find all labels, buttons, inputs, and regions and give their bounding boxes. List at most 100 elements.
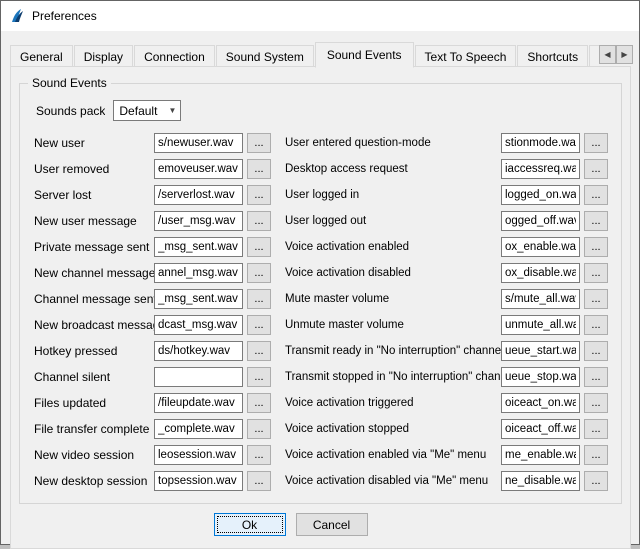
browse-button[interactable]: ... xyxy=(584,393,608,413)
sound-file-input[interactable] xyxy=(501,289,580,309)
sound-file-input[interactable] xyxy=(501,393,580,413)
browse-button[interactable]: ... xyxy=(584,445,608,465)
event-label: New user xyxy=(34,136,154,150)
sound-file-input[interactable] xyxy=(154,471,243,491)
tab-sound-system[interactable]: Sound System xyxy=(216,45,314,67)
title-bar: Preferences xyxy=(1,1,639,31)
browse-button[interactable]: ... xyxy=(247,341,271,361)
cancel-button[interactable]: Cancel xyxy=(296,513,368,536)
sounds-pack-label: Sounds pack xyxy=(36,104,105,118)
row-voice-activation-enabled-me-menu: Voice activation enabled via "Me" menu .… xyxy=(285,445,608,465)
row-voice-activation-disabled-me-menu: Voice activation disabled via "Me" menu … xyxy=(285,471,608,491)
row-hotkey-pressed: Hotkey pressed ... xyxy=(34,341,271,361)
sound-file-input[interactable] xyxy=(154,211,243,231)
browse-button[interactable]: ... xyxy=(584,289,608,309)
sound-file-input[interactable] xyxy=(501,237,580,257)
browse-button[interactable]: ... xyxy=(247,367,271,387)
browse-button[interactable]: ... xyxy=(247,159,271,179)
sound-file-input[interactable] xyxy=(501,315,580,335)
sound-file-input[interactable] xyxy=(154,367,243,387)
browse-button[interactable]: ... xyxy=(247,133,271,153)
sound-file-input[interactable] xyxy=(154,185,243,205)
event-label: Voice activation enabled xyxy=(285,241,501,253)
row-user-logged-in: User logged in ... xyxy=(285,185,608,205)
sound-file-input[interactable] xyxy=(154,393,243,413)
browse-button[interactable]: ... xyxy=(247,419,271,439)
tab-scroll-right-button[interactable]: ▶ xyxy=(616,45,633,64)
browse-button[interactable]: ... xyxy=(584,211,608,231)
event-label: Channel silent xyxy=(34,370,154,384)
event-label: Files updated xyxy=(34,396,154,410)
browse-button[interactable]: ... xyxy=(584,237,608,257)
row-new-desktop-session: New desktop session ... xyxy=(34,471,271,491)
sound-file-input[interactable] xyxy=(154,263,243,283)
tab-connection[interactable]: Connection xyxy=(134,45,215,67)
browse-button[interactable]: ... xyxy=(247,289,271,309)
browse-button[interactable]: ... xyxy=(247,263,271,283)
ok-button[interactable]: Ok xyxy=(214,513,286,536)
event-label: User logged out xyxy=(285,215,501,227)
event-label: User entered question-mode xyxy=(285,137,501,149)
row-user-removed: User removed ... xyxy=(34,159,271,179)
browse-button[interactable]: ... xyxy=(247,185,271,205)
sound-file-input[interactable] xyxy=(501,185,580,205)
sound-file-input[interactable] xyxy=(154,133,243,153)
browse-button[interactable]: ... xyxy=(247,471,271,491)
browse-button[interactable]: ... xyxy=(584,159,608,179)
browse-button[interactable]: ... xyxy=(584,133,608,153)
event-columns: New user ... User removed ... Server los… xyxy=(34,133,615,497)
sound-file-input[interactable] xyxy=(501,133,580,153)
row-private-message-sent: Private message sent ... xyxy=(34,237,271,257)
sound-file-input[interactable] xyxy=(154,315,243,335)
sound-events-group: Sound Events Sounds pack Default ▼ New u… xyxy=(19,83,622,504)
event-label: New desktop session xyxy=(34,474,154,488)
browse-button[interactable]: ... xyxy=(584,263,608,283)
sound-file-input[interactable] xyxy=(154,419,243,439)
browse-button[interactable]: ... xyxy=(584,367,608,387)
sound-file-input[interactable] xyxy=(501,471,580,491)
sound-file-input[interactable] xyxy=(154,237,243,257)
sound-file-input[interactable] xyxy=(154,445,243,465)
tab-text-to-speech[interactable]: Text To Speech xyxy=(415,45,517,67)
right-column: User entered question-mode ... Desktop a… xyxy=(285,133,608,497)
browse-button[interactable]: ... xyxy=(584,185,608,205)
sound-file-input[interactable] xyxy=(501,159,580,179)
sound-file-input[interactable] xyxy=(501,367,580,387)
sound-file-input[interactable] xyxy=(501,211,580,231)
browse-button[interactable]: ... xyxy=(584,471,608,491)
window-title: Preferences xyxy=(32,9,97,23)
browse-button[interactable]: ... xyxy=(584,315,608,335)
tab-scroll-left-button[interactable]: ◀ xyxy=(599,45,616,64)
row-unmute-master-volume: Unmute master volume ... xyxy=(285,315,608,335)
event-label: New user message xyxy=(34,214,154,228)
event-label: Voice activation disabled xyxy=(285,267,501,279)
row-user-entered-question-mode: User entered question-mode ... xyxy=(285,133,608,153)
event-label: Server lost xyxy=(34,188,154,202)
sound-file-input[interactable] xyxy=(154,289,243,309)
browse-button[interactable]: ... xyxy=(247,393,271,413)
sound-file-input[interactable] xyxy=(501,419,580,439)
event-label: Private message sent xyxy=(34,240,154,254)
browse-button[interactable]: ... xyxy=(247,237,271,257)
browse-button[interactable]: ... xyxy=(584,341,608,361)
event-label: Unmute master volume xyxy=(285,319,501,331)
sound-file-input[interactable] xyxy=(501,445,580,465)
browse-button[interactable]: ... xyxy=(247,315,271,335)
sound-file-input[interactable] xyxy=(501,341,580,361)
preferences-dialog: Preferences General Display Connection S… xyxy=(0,0,640,545)
tab-shortcuts[interactable]: Shortcuts xyxy=(517,45,588,67)
browse-button[interactable]: ... xyxy=(247,445,271,465)
tab-general[interactable]: General xyxy=(10,45,73,67)
browse-button[interactable]: ... xyxy=(584,419,608,439)
event-label: File transfer complete xyxy=(34,422,154,436)
sound-file-input[interactable] xyxy=(154,341,243,361)
sounds-pack-value: Default xyxy=(119,104,157,118)
row-file-transfer-complete: File transfer complete ... xyxy=(34,419,271,439)
tab-sound-events[interactable]: Sound Events xyxy=(315,42,414,68)
tab-display[interactable]: Display xyxy=(74,45,133,67)
browse-button[interactable]: ... xyxy=(247,211,271,231)
sound-file-input[interactable] xyxy=(154,159,243,179)
sounds-pack-select[interactable]: Default ▼ xyxy=(113,100,181,121)
sound-file-input[interactable] xyxy=(501,263,580,283)
group-title: Sound Events xyxy=(28,76,111,90)
